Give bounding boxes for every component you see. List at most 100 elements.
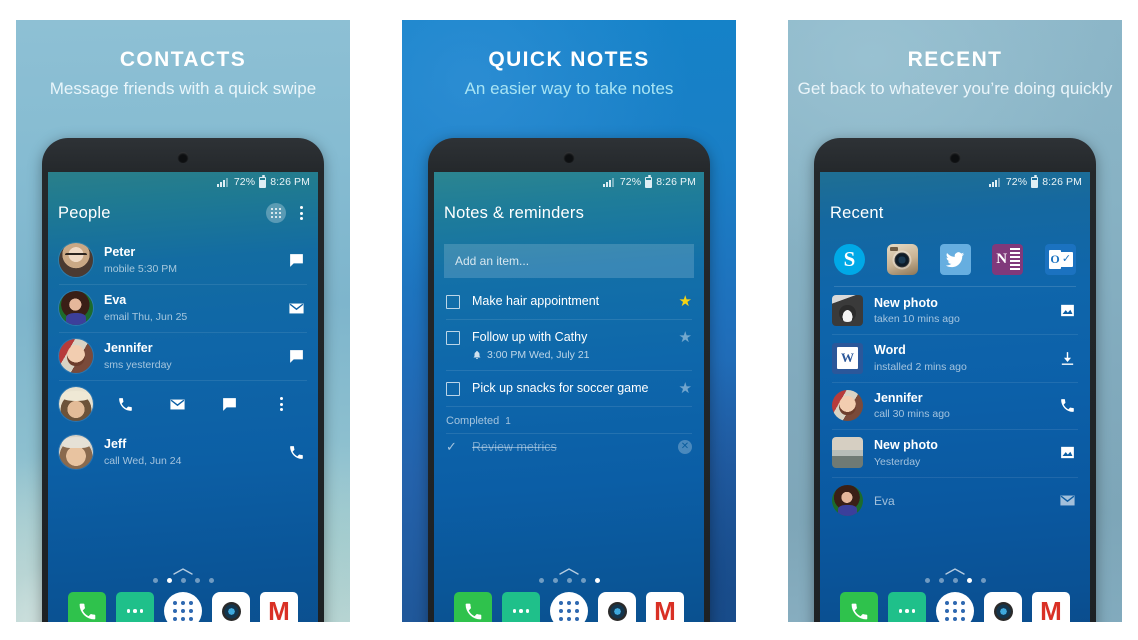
messages-dock-icon[interactable] — [502, 592, 540, 622]
recent-apps-row: S N O — [820, 234, 1090, 287]
messages-dock-icon[interactable] — [116, 592, 154, 622]
list-item[interactable]: New photo Yesterday — [820, 429, 1090, 476]
avatar — [832, 390, 863, 422]
message-icon[interactable] — [285, 348, 307, 365]
photo-icon[interactable] — [1056, 444, 1078, 461]
list-item[interactable]: Jennifer call 30 mins ago — [820, 381, 1090, 429]
list-item[interactable]: Eva — [820, 476, 1090, 524]
phone-dock-icon[interactable] — [68, 592, 106, 622]
page-dot[interactable] — [194, 578, 200, 583]
battery-icon — [1031, 174, 1039, 188]
twitter-icon[interactable] — [939, 244, 971, 275]
gmail-dock-icon[interactable]: M — [1032, 592, 1070, 622]
add-item-placeholder: Add an item... — [455, 254, 530, 268]
onenote-icon[interactable]: N — [992, 244, 1024, 275]
mail-icon[interactable] — [1056, 492, 1078, 509]
app-drawer-dock-icon[interactable] — [164, 592, 202, 622]
photo-icon[interactable] — [1056, 302, 1078, 319]
page-dot[interactable] — [180, 578, 186, 583]
screenshot-root: CONTACTS Message friends with a quick sw… — [0, 0, 1138, 640]
phone-dock-icon[interactable] — [454, 592, 492, 622]
contact-name: Jeff — [104, 437, 127, 452]
page-dot[interactable] — [552, 578, 558, 583]
message-icon[interactable] — [203, 396, 255, 413]
panel-headline: CONTACTS Message friends with a quick sw… — [16, 20, 350, 99]
outlook-icon[interactable]: O — [1045, 244, 1076, 275]
avatar — [59, 387, 93, 421]
front-camera-icon — [177, 152, 189, 163]
page-dot[interactable] — [208, 578, 214, 583]
list-item[interactable]: Follow up with Cathy 3:00 PM Wed, July 2… — [434, 320, 704, 372]
page-dot-active[interactable] — [594, 578, 600, 583]
camera-dock-icon[interactable] — [212, 592, 250, 622]
completed-label: Completed — [446, 414, 500, 427]
gmail-dock-icon[interactable]: M — [260, 592, 298, 622]
instagram-icon[interactable] — [886, 244, 918, 275]
app-drawer-dock-icon[interactable] — [550, 592, 588, 622]
message-icon[interactable] — [285, 252, 307, 269]
download-icon[interactable] — [1056, 350, 1078, 367]
list-item[interactable]: New photo taken 10 mins ago — [820, 287, 1090, 334]
list-item[interactable]: Make hair appointment ★ — [434, 284, 704, 320]
list-item[interactable]: ✓ Review metrics ✕ — [434, 432, 704, 461]
list-item[interactable]: Peter mobile 5:30 PM — [48, 236, 318, 284]
gmail-glyph: M — [268, 596, 290, 622]
panel-recent: RECENT Get back to whatever you’re doing… — [788, 20, 1122, 622]
drawer-chevron-icon[interactable] — [48, 567, 318, 575]
contact-quick-actions[interactable] — [48, 380, 318, 428]
skype-icon[interactable]: S — [834, 244, 865, 275]
task-checkbox[interactable] — [446, 382, 460, 397]
list-item[interactable]: Pick up snacks for soccer game ★ — [434, 371, 704, 407]
home-dock: M — [434, 567, 704, 622]
page-dot[interactable] — [152, 578, 158, 583]
list-item[interactable]: Jennifer sms yesterday — [48, 332, 318, 380]
overflow-menu-icon[interactable] — [255, 397, 307, 411]
page-title: QUICK NOTES — [488, 48, 650, 71]
onenote-glyph: N — [996, 251, 1008, 267]
page-dot[interactable] — [580, 578, 586, 583]
completed-task-title: Review metrics — [472, 439, 557, 454]
phone-screen: 72% 8:26 PM People Peter mobile 5:30 PM … — [48, 172, 318, 622]
gmail-dock-icon[interactable]: M — [646, 592, 684, 622]
page-indicator — [820, 578, 1090, 583]
list-item[interactable]: Jeff call Wed, Jun 24 — [48, 428, 318, 476]
list-item[interactable]: Eva email Thu, Jun 25 — [48, 284, 318, 332]
call-icon[interactable] — [285, 444, 307, 461]
app-title: Recent — [830, 203, 884, 222]
task-checkbox[interactable] — [446, 330, 460, 345]
add-item-input[interactable]: Add an item... — [444, 244, 694, 278]
app-drawer-dock-icon[interactable] — [936, 592, 974, 622]
panel-headline: QUICK NOTES An easier way to take notes — [402, 20, 736, 99]
overflow-menu-icon[interactable] — [294, 206, 308, 220]
call-icon[interactable] — [99, 396, 151, 413]
messages-dock-icon[interactable] — [888, 592, 926, 622]
page-dot[interactable] — [980, 578, 986, 583]
task-checkbox[interactable] — [446, 295, 460, 309]
page-dot-active[interactable] — [966, 578, 972, 583]
drawer-chevron-icon[interactable] — [434, 567, 704, 575]
camera-dock-icon[interactable] — [598, 592, 636, 622]
page-dot[interactable] — [566, 578, 572, 583]
star-icon[interactable]: ★ — [679, 330, 692, 345]
mail-icon[interactable] — [285, 300, 307, 317]
phone-dock-icon[interactable] — [840, 592, 878, 622]
star-icon[interactable]: ★ — [679, 381, 692, 396]
battery-icon — [645, 174, 653, 188]
home-dock: M — [48, 567, 318, 622]
camera-dock-icon[interactable] — [984, 592, 1022, 622]
page-dot[interactable] — [952, 578, 958, 583]
signal-icon — [602, 177, 614, 187]
completed-section-header[interactable]: Completed 1 — [434, 407, 704, 433]
page-dot[interactable] — [538, 578, 544, 583]
dock-row: M — [434, 592, 704, 622]
mail-icon[interactable] — [151, 396, 203, 413]
page-dot[interactable] — [938, 578, 944, 583]
page-dot[interactable] — [924, 578, 930, 583]
dialpad-icon[interactable] — [266, 203, 286, 223]
close-icon[interactable]: ✕ — [678, 439, 692, 454]
page-dot-active[interactable] — [166, 578, 172, 583]
list-item[interactable]: W Word installed 2 mins ago — [820, 334, 1090, 381]
call-icon[interactable] — [1056, 397, 1078, 414]
star-icon-active[interactable]: ★ — [679, 294, 692, 309]
drawer-chevron-icon[interactable] — [820, 567, 1090, 575]
